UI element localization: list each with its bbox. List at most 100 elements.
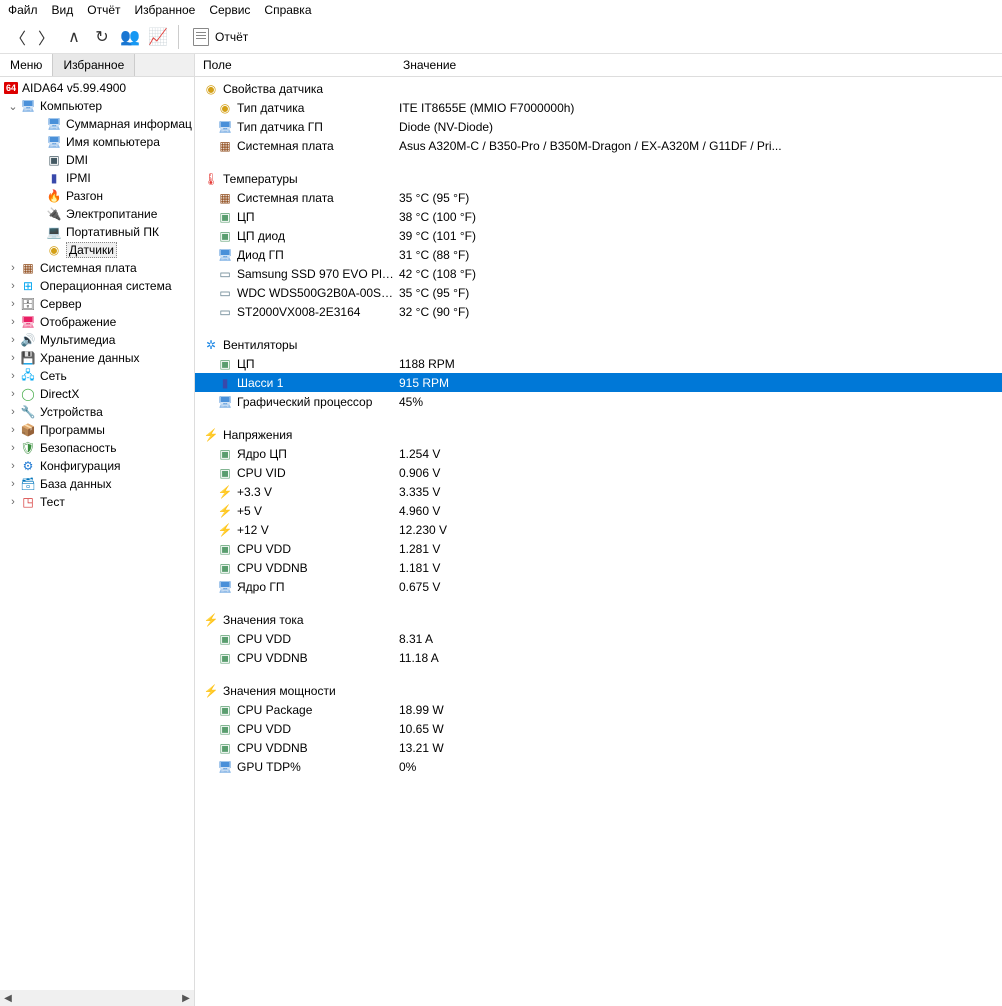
chart-button[interactable]: 📈 — [144, 23, 172, 51]
app-title-row[interactable]: 64 AIDA64 v5.99.4900 — [0, 79, 194, 97]
menu-item[interactable]: Справка — [264, 3, 311, 17]
data-row[interactable]: 🖥Ядро ГП0.675 V — [195, 577, 1002, 596]
tree-node-icon: 🗄 — [20, 296, 36, 312]
tree-node[interactable]: 💻Портативный ПК — [0, 223, 194, 241]
group-header[interactable]: ✲Вентиляторы — [195, 335, 1002, 354]
expand-icon[interactable]: › — [6, 478, 20, 490]
expand-icon[interactable]: › — [6, 316, 20, 328]
tree-node[interactable]: ›🖧Сеть — [0, 367, 194, 385]
data-row[interactable]: ⚡+3.3 V3.335 V — [195, 482, 1002, 501]
data-row[interactable]: ▣CPU VDD8.31 A — [195, 629, 1002, 648]
expand-icon[interactable]: › — [6, 262, 20, 274]
data-row[interactable]: ▣CPU VID0.906 V — [195, 463, 1002, 482]
group-header[interactable]: 🌡Температуры — [195, 169, 1002, 188]
expand-icon[interactable]: › — [6, 442, 20, 454]
forward-button[interactable]: 〉 — [32, 23, 60, 51]
tree-label: Имя компьютера — [66, 135, 160, 149]
menu-item[interactable]: Избранное — [135, 3, 196, 17]
tree-node[interactable]: ›🛡Безопасность — [0, 439, 194, 457]
back-button[interactable]: 〈 — [4, 23, 32, 51]
data-row[interactable]: 🖥Диод ГП31 °C (88 °F) — [195, 245, 1002, 264]
data-row[interactable]: ▣Ядро ЦП1.254 V — [195, 444, 1002, 463]
tree-node[interactable]: ›💾Хранение данных — [0, 349, 194, 367]
data-row[interactable]: ▣CPU VDDNB11.18 A — [195, 648, 1002, 667]
expand-icon[interactable]: › — [6, 388, 20, 400]
expand-icon[interactable]: ⌄ — [6, 100, 20, 113]
tree-node[interactable]: 🔌Электропитание — [0, 205, 194, 223]
data-row[interactable]: ⚡+12 V12.230 V — [195, 520, 1002, 539]
group-header[interactable]: ⚡Значения тока — [195, 610, 1002, 629]
data-row[interactable]: ▭ST2000VX008-2E316432 °C (90 °F) — [195, 302, 1002, 321]
scroll-left-icon[interactable]: ◀ — [0, 990, 16, 1006]
tab-favorites[interactable]: Избранное — [53, 54, 135, 76]
data-row[interactable]: ▣CPU VDD10.65 W — [195, 719, 1002, 738]
tree-node-icon: 🖥 — [46, 116, 62, 132]
menu-item[interactable]: Отчёт — [87, 3, 120, 17]
column-field[interactable]: Поле — [195, 54, 395, 76]
tree-node[interactable]: ›⚙Конфигурация — [0, 457, 194, 475]
tree-node[interactable]: ›▦Системная плата — [0, 259, 194, 277]
data-row[interactable]: ▭Samsung SSD 970 EVO Plus ...42 °C (108 … — [195, 264, 1002, 283]
report-button[interactable]: Отчёт — [185, 23, 256, 51]
field-name: Системная плата — [235, 139, 399, 153]
tree-node[interactable]: ›◯DirectX — [0, 385, 194, 403]
users-button[interactable]: 👥 — [116, 23, 144, 51]
data-row[interactable]: ▭WDC WDS500G2B0A-00SM5035 °C (95 °F) — [195, 283, 1002, 302]
tree-node[interactable]: 🖥Имя компьютера — [0, 133, 194, 151]
tree-node[interactable]: ›🔊Мультимедиа — [0, 331, 194, 349]
data-row[interactable]: ▣ЦП диод39 °C (101 °F) — [195, 226, 1002, 245]
field-name: CPU VDDNB — [235, 651, 399, 665]
data-row[interactable]: ▣CPU VDD1.281 V — [195, 539, 1002, 558]
data-row[interactable]: ▦Системная плата35 °C (95 °F) — [195, 188, 1002, 207]
expand-icon[interactable]: › — [6, 298, 20, 310]
data-row[interactable]: ▮Шасси 1915 RPM — [195, 373, 1002, 392]
data-row[interactable]: ⚡+5 V4.960 V — [195, 501, 1002, 520]
tree-node[interactable]: ›📦Программы — [0, 421, 194, 439]
group-header[interactable]: ◉Свойства датчика — [195, 79, 1002, 98]
expand-icon[interactable]: › — [6, 334, 20, 346]
expand-icon[interactable]: › — [6, 280, 20, 292]
tab-menu[interactable]: Меню — [0, 54, 53, 76]
field-value: 38 °C (100 °F) — [399, 210, 1002, 224]
expand-icon[interactable]: › — [6, 496, 20, 508]
data-row[interactable]: ▣ЦП38 °C (100 °F) — [195, 207, 1002, 226]
data-row[interactable]: ◉Тип датчикаITE IT8655E (MMIO F7000000h) — [195, 98, 1002, 117]
tree-node[interactable]: ▮IPMI — [0, 169, 194, 187]
refresh-button[interactable]: ↻ — [88, 23, 116, 51]
field-value: 915 RPM — [399, 376, 1002, 390]
tree-node[interactable]: ›🔧Устройства — [0, 403, 194, 421]
menu-item[interactable]: Сервис — [209, 3, 250, 17]
menu-item[interactable]: Вид — [52, 3, 74, 17]
tree-node[interactable]: ›⊞Операционная система — [0, 277, 194, 295]
tree-node[interactable]: ▣DMI — [0, 151, 194, 169]
expand-icon[interactable]: › — [6, 406, 20, 418]
data-row[interactable]: 🖥Тип датчика ГПDiode (NV-Diode) — [195, 117, 1002, 136]
tree-node[interactable]: ›◳Тест — [0, 493, 194, 511]
column-value[interactable]: Значение — [395, 54, 464, 76]
group-header[interactable]: ⚡Напряжения — [195, 425, 1002, 444]
scroll-right-icon[interactable]: ▶ — [178, 990, 194, 1006]
data-row[interactable]: 🖥GPU TDP%0% — [195, 757, 1002, 776]
tree-node[interactable]: ◉Датчики — [0, 241, 194, 259]
tree-node[interactable]: 🖥Суммарная информац — [0, 115, 194, 133]
group-header[interactable]: ⚡Значения мощности — [195, 681, 1002, 700]
data-row[interactable]: 🖥Графический процессор45% — [195, 392, 1002, 411]
tree-node[interactable]: 🔥Разгон — [0, 187, 194, 205]
field-name: Диод ГП — [235, 248, 399, 262]
data-row[interactable]: ▣CPU VDDNB1.181 V — [195, 558, 1002, 577]
data-row[interactable]: ▦Системная платаAsus A320M-C / B350-Pro … — [195, 136, 1002, 155]
data-row[interactable]: ▣CPU Package18.99 W — [195, 700, 1002, 719]
up-button[interactable]: ∧ — [60, 23, 88, 51]
sidebar-scrollbar[interactable]: ◀ ▶ — [0, 990, 194, 1006]
expand-icon[interactable]: › — [6, 352, 20, 364]
expand-icon[interactable]: › — [6, 460, 20, 472]
data-row[interactable]: ▣CPU VDDNB13.21 W — [195, 738, 1002, 757]
data-row[interactable]: ▣ЦП1188 RPM — [195, 354, 1002, 373]
expand-icon[interactable]: › — [6, 424, 20, 436]
tree-node[interactable]: ›🗃База данных — [0, 475, 194, 493]
tree-node-computer[interactable]: ⌄ 🖥 Компьютер — [0, 97, 194, 115]
tree-node[interactable]: ›🗄Сервер — [0, 295, 194, 313]
menu-item[interactable]: Файл — [8, 3, 38, 17]
tree-node[interactable]: ›🖥Отображение — [0, 313, 194, 331]
expand-icon[interactable]: › — [6, 370, 20, 382]
